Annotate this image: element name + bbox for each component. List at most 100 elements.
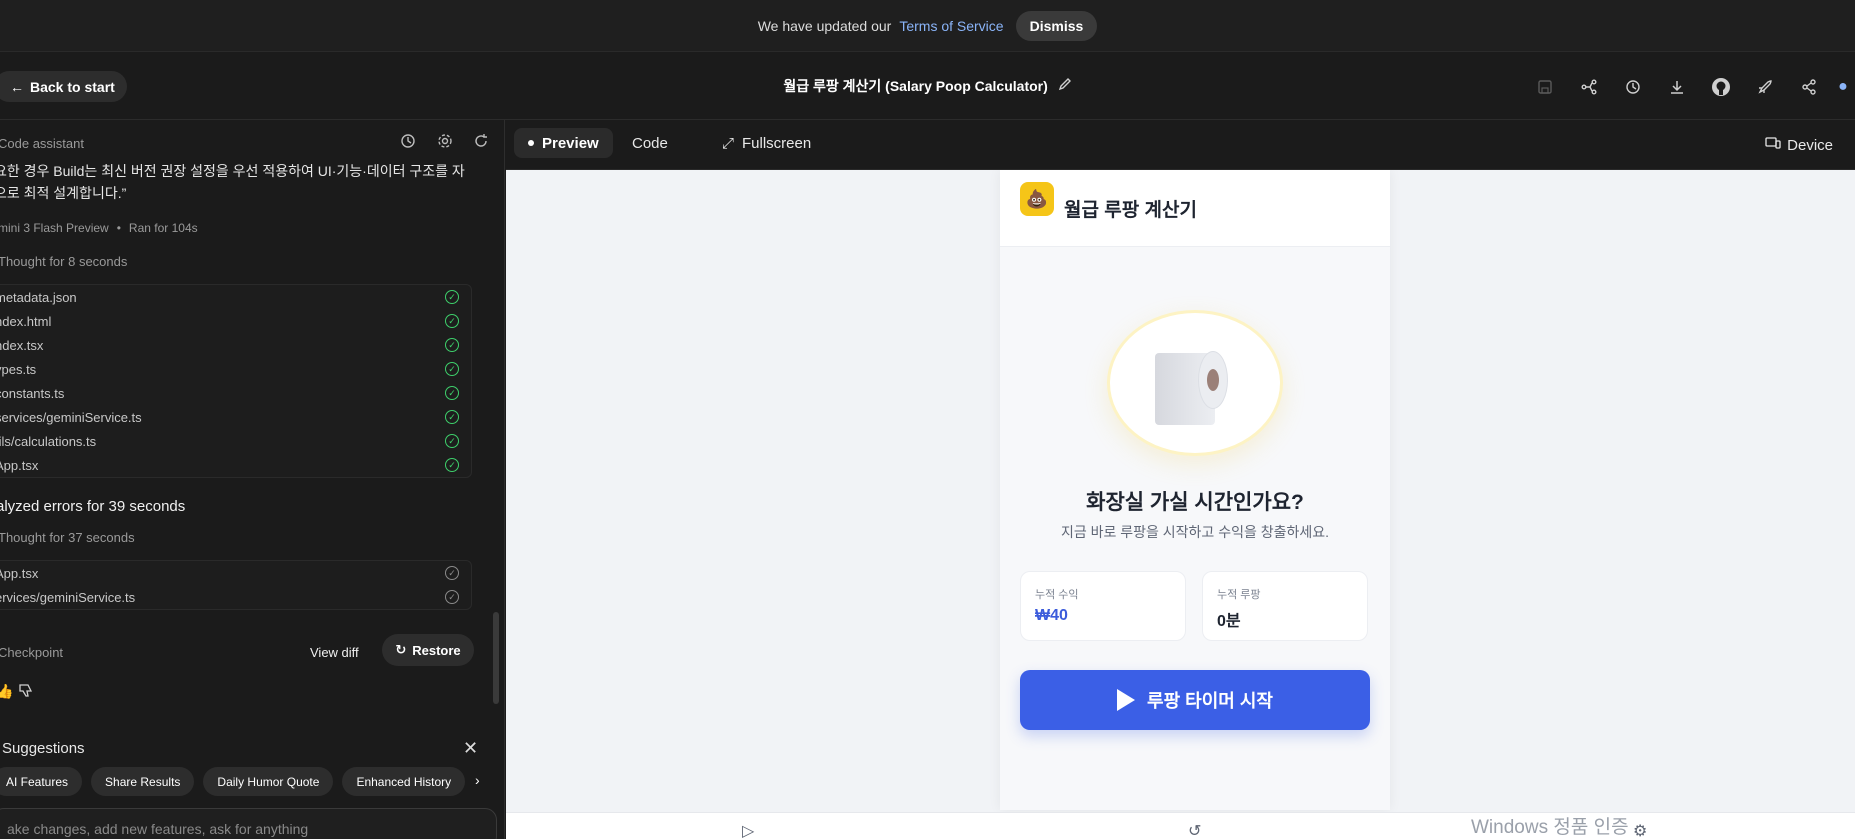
tab-preview-label: Preview xyxy=(542,134,599,152)
check-circle-icon: ✓ xyxy=(445,410,459,424)
file-name: constants.ts xyxy=(0,385,65,401)
checkpoint-label: Checkpoint xyxy=(0,645,64,660)
suggestion-chips: AI Features Share Results Daily Humor Qu… xyxy=(0,767,466,796)
scrollbar[interactable] xyxy=(493,612,499,704)
history-icon[interactable] xyxy=(400,133,416,152)
check-circle-icon: ✓ xyxy=(445,338,459,352)
app-header-bar: ← Back to start 월급 루팡 계산기 (Salary Poop C… xyxy=(0,52,1855,120)
run-duration: Ran for 104s xyxy=(128,221,198,235)
check-circle-icon: ✓ xyxy=(445,566,459,580)
code-assistant-panel: Code assistant 요한 경우 Build는 최신 버전 권장 설정을… xyxy=(0,120,505,839)
check-circle-icon: ✓ xyxy=(445,590,459,604)
file-name: ndex.tsx xyxy=(0,337,44,353)
play-nav-icon[interactable]: ▷ xyxy=(742,821,754,839)
stat-label: 누적 루팡 xyxy=(1217,589,1261,601)
settings-nav-icon[interactable]: ⚙ xyxy=(1633,821,1647,839)
thumbs-up-icon[interactable]: 👍 xyxy=(0,683,13,700)
restore-button[interactable]: ↻ Restore xyxy=(382,634,474,666)
file-name: ypes.ts xyxy=(0,361,37,377)
chip-share-results[interactable]: Share Results xyxy=(91,767,195,796)
stat-label: 누적 수익 xyxy=(1035,589,1079,601)
history-icon[interactable] xyxy=(1611,74,1655,100)
windows-activation-watermark: Windows 정품 인증 xyxy=(1471,817,1629,838)
list-item[interactable]: App.tsx ✓ xyxy=(0,453,471,477)
file-name: tils/calculations.ts xyxy=(0,433,97,449)
tab-code[interactable]: Code xyxy=(618,128,682,158)
toilet-paper-illustration xyxy=(1107,310,1283,456)
save-icon[interactable] xyxy=(1523,74,1567,100)
analyzed-errors: alyzed errors for 39 seconds xyxy=(0,498,186,515)
separator-dot: • xyxy=(116,221,121,235)
list-item[interactable]: ndex.tsx ✓ xyxy=(0,333,471,357)
gear-icon[interactable] xyxy=(437,133,453,152)
download-icon[interactable] xyxy=(1655,74,1699,100)
terms-link[interactable]: Terms of Service xyxy=(899,18,1003,34)
thought-toggle-2[interactable]: Thought for 37 seconds xyxy=(0,530,135,545)
update-banner: We have updated our Terms of Service Dis… xyxy=(0,0,1855,52)
list-item[interactable]: tils/calculations.ts ✓ xyxy=(0,429,471,453)
stat-value: 0분 xyxy=(1217,613,1241,630)
tab-fullscreen[interactable]: ⤢ Fullscreen xyxy=(708,128,825,158)
check-circle-icon: ✓ xyxy=(445,386,459,400)
list-item[interactable]: services/geminiService.ts ✓ xyxy=(0,405,471,429)
history-nav-icon[interactable]: ↺ xyxy=(1188,821,1201,839)
start-timer-label: 루팡 타이머 시작 xyxy=(1147,691,1273,711)
chip-enhanced-history[interactable]: Enhanced History xyxy=(342,767,466,796)
refresh-icon[interactable] xyxy=(473,133,489,152)
preview-toolbar: Preview Code ⤢ Fullscreen Device xyxy=(506,120,1855,170)
device-icon xyxy=(1765,136,1781,154)
dismiss-button[interactable]: Dismiss xyxy=(1015,10,1098,41)
app-top-bar: 💩 월급 루팡 계산기 xyxy=(1000,170,1390,247)
check-circle-icon: ✓ xyxy=(445,434,459,448)
check-circle-icon: ✓ xyxy=(445,290,459,304)
thumbs-down-icon[interactable] xyxy=(18,683,33,701)
list-item[interactable]: ndex.html ✓ xyxy=(0,309,471,333)
file-name: ervices/geminiService.ts xyxy=(0,589,136,605)
chip-daily-humor[interactable]: Daily Humor Quote xyxy=(203,767,334,796)
header-actions: ● xyxy=(1523,74,1855,100)
tab-preview[interactable]: Preview xyxy=(514,128,613,158)
model-name: mini 3 Flash Preview xyxy=(0,221,109,235)
file-name: App.tsx xyxy=(0,457,39,473)
github-icon[interactable] xyxy=(1699,74,1743,100)
tab-fullscreen-label: Fullscreen xyxy=(742,134,812,152)
file-list-2: App.tsx ✓ ervices/geminiService.ts ✓ xyxy=(0,560,472,610)
pencil-icon[interactable] xyxy=(1058,77,1072,94)
file-list-1: metadata.json ✓ ndex.html ✓ ndex.tsx ✓ ypes… xyxy=(0,284,472,478)
more-icon[interactable]: ● xyxy=(1831,74,1855,100)
poop-logo-icon: 💩 xyxy=(1020,182,1054,216)
device-button[interactable]: Device xyxy=(1765,136,1833,154)
chevron-right-icon[interactable]: › xyxy=(475,772,480,788)
suggestions-title-text: Suggestions xyxy=(2,740,85,757)
check-circle-icon: ✓ xyxy=(445,314,459,328)
toilet-paper-hole xyxy=(1207,369,1219,391)
rocket-icon[interactable] xyxy=(1743,74,1787,100)
file-name: services/geminiService.ts xyxy=(0,409,142,425)
view-diff-button[interactable]: View diff xyxy=(310,645,359,660)
list-item[interactable]: ervices/geminiService.ts ✓ xyxy=(0,585,471,609)
list-item[interactable]: constants.ts ✓ xyxy=(0,381,471,405)
question-title: 화장실 가실 시간인가요? xyxy=(1086,491,1304,514)
dot-icon xyxy=(528,140,534,146)
chip-ai-features[interactable]: AI Features xyxy=(0,767,83,796)
close-icon[interactable]: ✕ xyxy=(463,738,478,759)
list-item[interactable]: metadata.json ✓ xyxy=(0,285,471,309)
banner-text: We have updated our xyxy=(757,17,892,34)
run-meta: mini 3 Flash Preview • Ran for 104s xyxy=(0,221,198,235)
file-name: ndex.html xyxy=(0,313,52,329)
thought-toggle-1[interactable]: Thought for 8 seconds xyxy=(0,254,127,269)
play-icon xyxy=(1117,689,1136,711)
device-label: Device xyxy=(1787,136,1833,154)
share-icon[interactable] xyxy=(1787,74,1831,100)
stat-value: ₩40 xyxy=(1035,607,1068,624)
list-item[interactable]: ypes.ts ✓ xyxy=(0,357,471,381)
earned-stat-card: 누적 수익 ₩40 xyxy=(1020,571,1186,641)
fork-icon[interactable] xyxy=(1567,74,1611,100)
list-item[interactable]: App.tsx ✓ xyxy=(0,561,471,585)
start-timer-button[interactable]: 루팡 타이머 시작 xyxy=(1020,670,1370,730)
check-circle-icon: ✓ xyxy=(445,362,459,376)
prompt-input[interactable]: ake changes, add new features, ask for a… xyxy=(0,808,497,839)
restore-label: Restore xyxy=(412,642,461,658)
question-subtitle: 지금 바로 루팡을 시작하고 수익을 창출하세요. xyxy=(1060,524,1330,540)
app-frame: 💩 월급 루팡 계산기 화장실 가실 시간인가요? 지금 바로 루팡을 시작하고… xyxy=(1000,170,1390,810)
